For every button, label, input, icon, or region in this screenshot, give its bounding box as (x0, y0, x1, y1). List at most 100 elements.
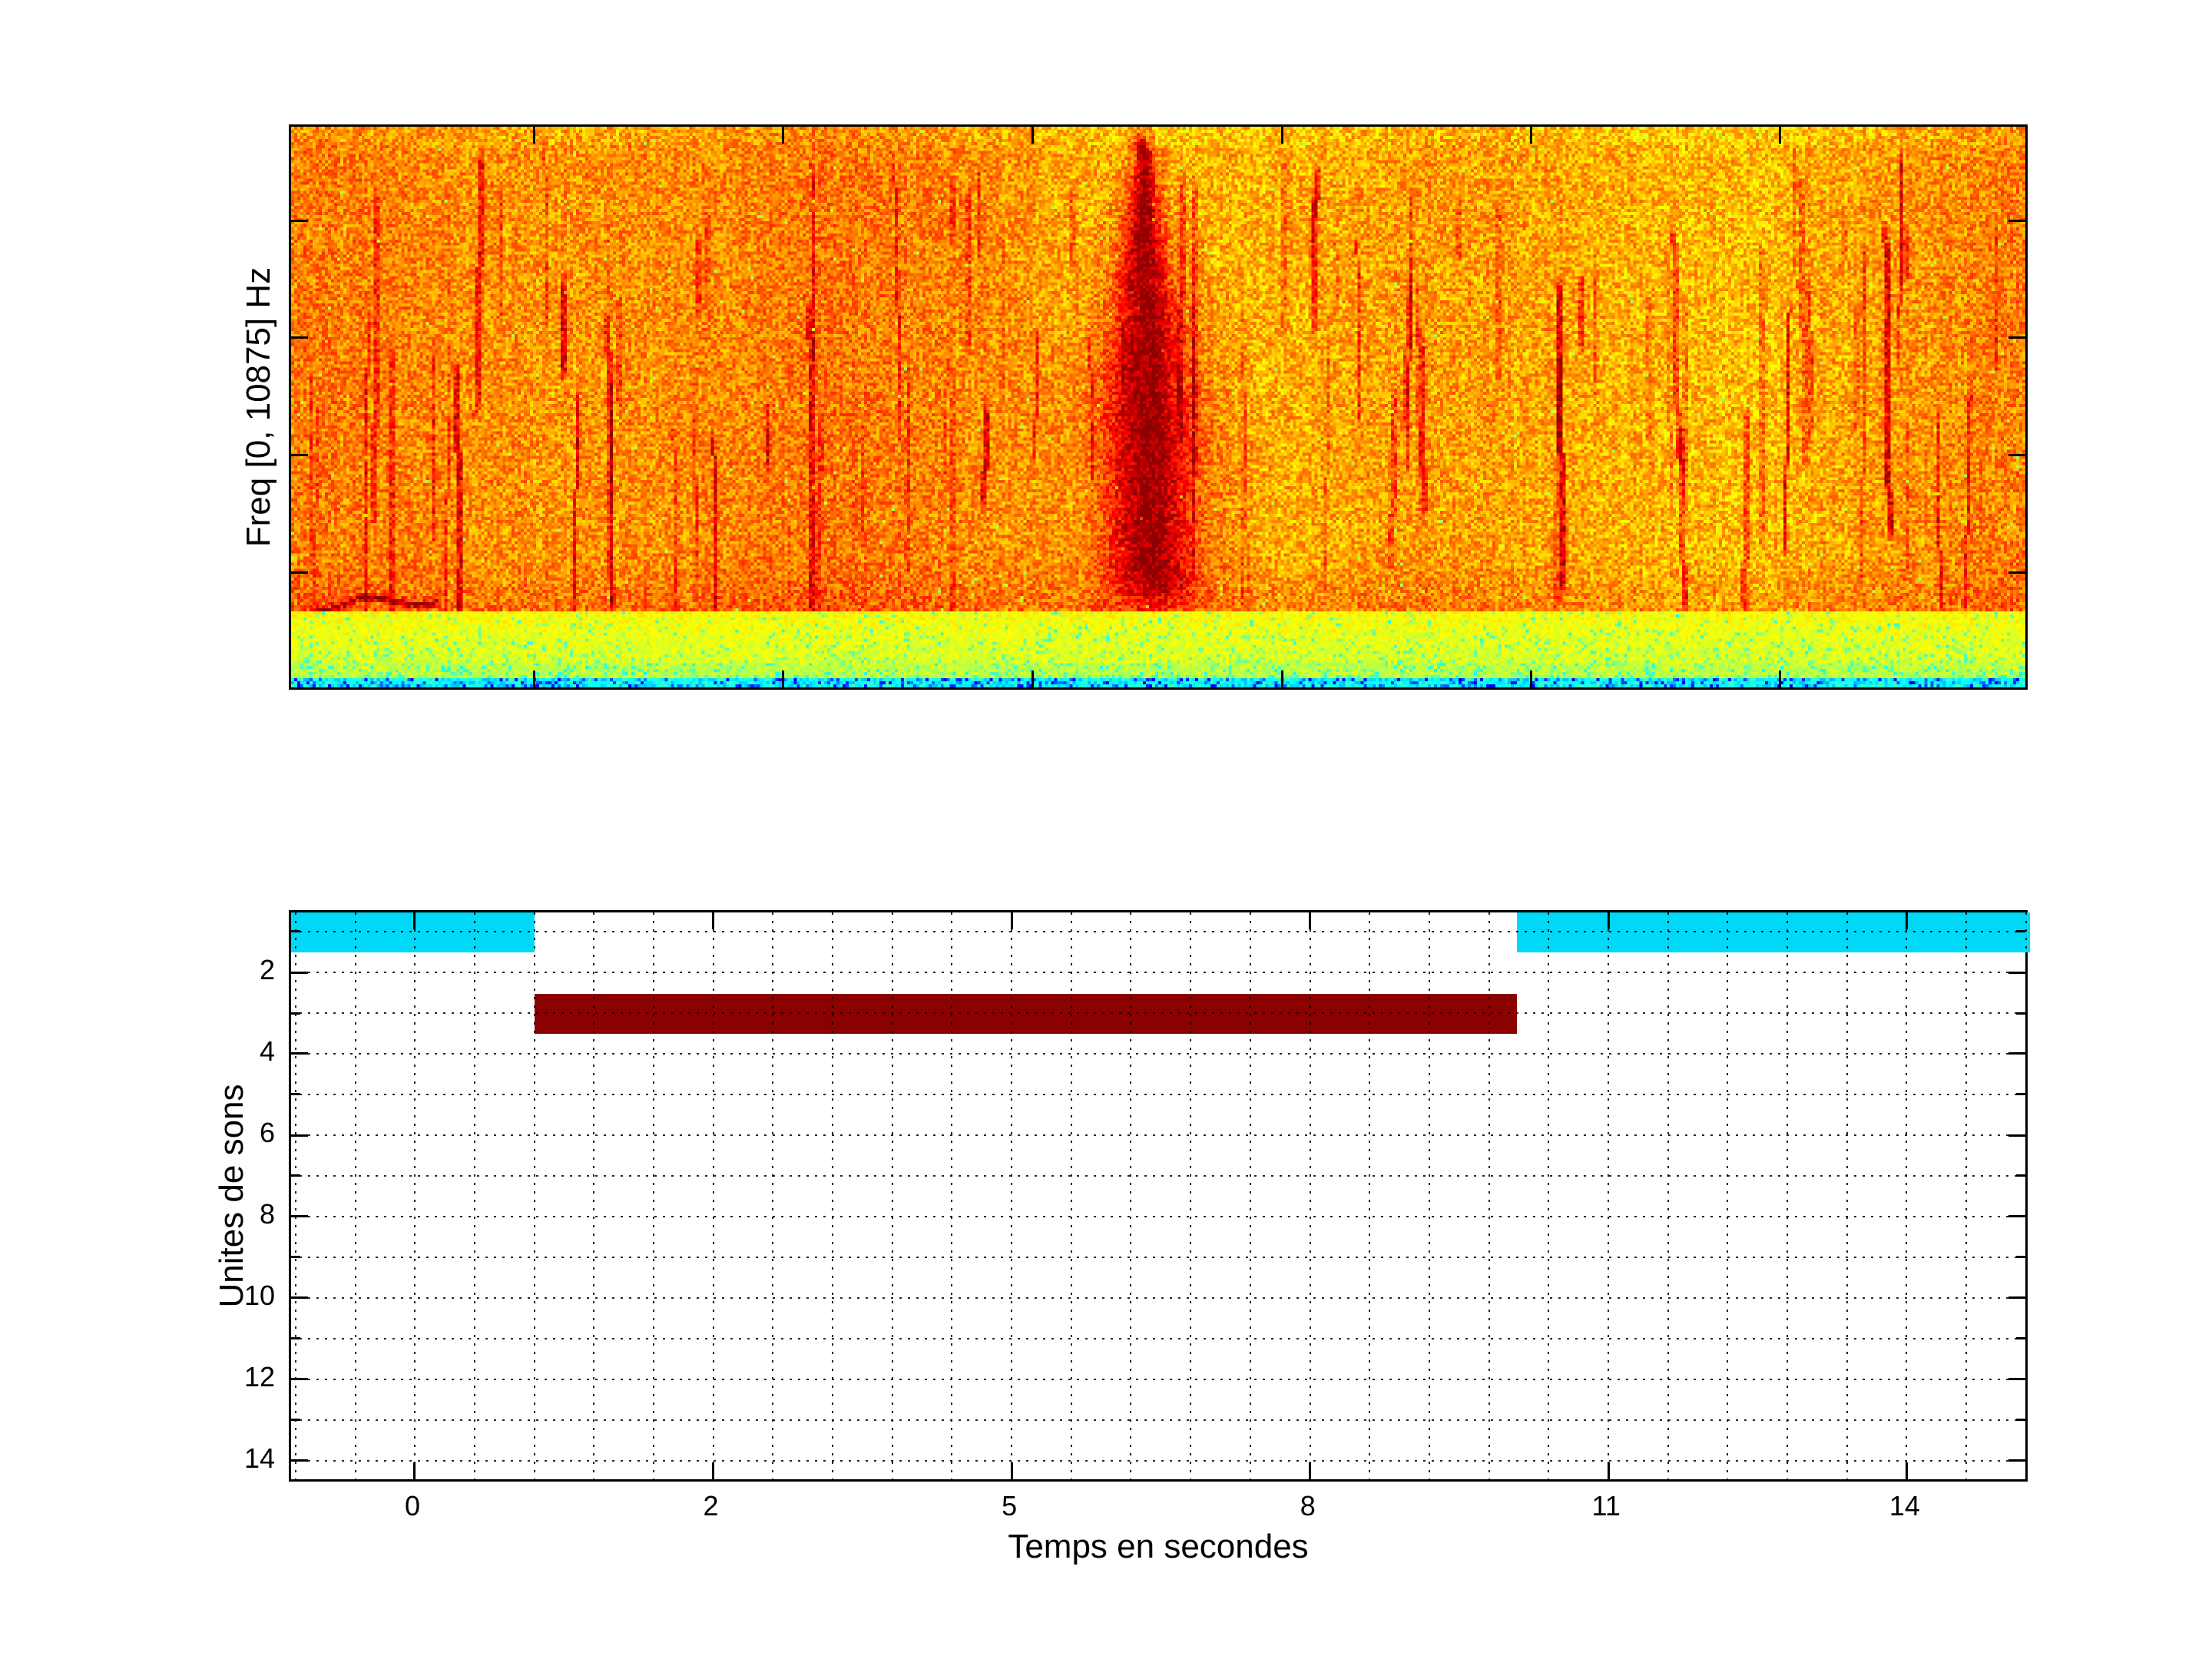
axis-tick (2008, 1378, 2025, 1380)
gridline (832, 912, 833, 1481)
axis-tick (1031, 671, 1034, 687)
axis-tick (2016, 1174, 2025, 1177)
x-tick-label: 5 (963, 1491, 1055, 1522)
axis-tick (2008, 1052, 2025, 1055)
axis-tick (291, 571, 308, 574)
gridline (1310, 912, 1311, 1481)
axis-tick (1906, 912, 1908, 929)
y-tick-label: 6 (204, 1118, 275, 1148)
gridline (291, 1216, 2027, 1217)
gridline (474, 912, 475, 1481)
sound-unit-1-segment-b (1517, 912, 2030, 952)
axis-tick (2008, 454, 2025, 456)
gridline (291, 1012, 2027, 1014)
figure-canvas: Freq [0, 10875] Hz Unites de sons Temps … (0, 0, 2212, 1659)
gridline (291, 1297, 2027, 1299)
axis-tick (291, 336, 308, 339)
axis-tick (1779, 671, 1781, 687)
axis-tick (782, 127, 784, 144)
axis-tick (2016, 930, 2025, 932)
gridline (1250, 912, 1251, 1481)
x-tick-label: 14 (1859, 1491, 1951, 1522)
axis-tick (291, 454, 308, 456)
axis-tick (291, 1174, 300, 1177)
axis-tick (2016, 1093, 2025, 1095)
axis-tick (291, 1337, 300, 1339)
y-tick-label: 4 (204, 1036, 275, 1067)
gridline (1667, 912, 1669, 1481)
gridline (1369, 912, 1370, 1481)
spectrogram-y-axis-label: Freq [0, 10875] Hz (240, 177, 283, 637)
axis-tick (712, 1462, 714, 1479)
axis-tick (533, 127, 535, 144)
x-tick-label: 2 (664, 1491, 757, 1522)
axis-tick (712, 912, 714, 929)
y-tick-label: 2 (204, 955, 275, 985)
y-tick-label: 14 (204, 1443, 275, 1474)
axis-tick (2016, 1256, 2025, 1258)
axis-tick (291, 1134, 308, 1137)
axis-tick (2008, 972, 2025, 974)
gridline (291, 1460, 2027, 1462)
axis-tick (413, 1462, 416, 1479)
gridline (1429, 912, 1430, 1481)
spectrogram-plot (289, 124, 2028, 690)
gridline (593, 912, 594, 1481)
gridline (1608, 912, 1609, 1481)
gridline (1786, 912, 1788, 1481)
gridline (291, 1257, 2027, 1258)
x-tick-label: 0 (366, 1491, 459, 1522)
axis-tick (291, 1419, 300, 1421)
gridline (713, 912, 714, 1481)
gridline (1727, 912, 1728, 1481)
axis-tick (291, 1378, 308, 1380)
axis-tick (1530, 671, 1532, 687)
axis-tick (291, 1459, 308, 1462)
gridline (291, 972, 2027, 973)
gridline (414, 912, 416, 1481)
gridline (1488, 912, 1490, 1481)
axis-tick (413, 912, 416, 929)
axis-tick (533, 671, 535, 687)
axis-tick (291, 1215, 308, 1217)
axis-tick (291, 1296, 308, 1299)
axis-tick (1031, 127, 1034, 144)
axis-tick (2008, 336, 2025, 339)
axis-tick (1309, 1462, 1311, 1479)
time-x-axis-label: Temps en secondes (289, 1528, 2028, 1568)
axis-tick (291, 1093, 300, 1095)
axis-tick (291, 972, 308, 974)
gridline (1130, 912, 1131, 1481)
x-tick-label: 8 (1262, 1491, 1354, 1522)
axis-tick (1608, 1462, 1610, 1479)
gridline (291, 1094, 2027, 1095)
axis-tick (1608, 912, 1610, 929)
gridline (291, 1134, 2027, 1136)
axis-tick (1281, 127, 1283, 144)
x-tick-label: 11 (1560, 1491, 1652, 1522)
gridline (1846, 912, 1848, 1481)
axis-tick (2008, 571, 2025, 574)
axis-tick (2016, 1012, 2025, 1015)
gridline (772, 912, 773, 1481)
gridline (1071, 912, 1072, 1481)
gridline (291, 1379, 2027, 1380)
axis-tick (1281, 671, 1283, 687)
axis-tick (2008, 1215, 2025, 1217)
axis-tick (2016, 1419, 2025, 1421)
axis-tick (2016, 1337, 2025, 1339)
gridline (291, 1338, 2027, 1339)
gridline (291, 931, 2027, 932)
gridline (653, 912, 654, 1481)
gridline (1190, 912, 1191, 1481)
gridline (291, 1175, 2027, 1177)
axis-tick (1530, 127, 1532, 144)
units-plot (289, 910, 2028, 1482)
gridline (2025, 912, 2027, 1481)
axis-tick (291, 1012, 300, 1015)
units-y-axis-label: Unites de sons (213, 965, 256, 1426)
axis-tick (2008, 1134, 2025, 1137)
axis-tick (1906, 1462, 1908, 1479)
gridline (295, 912, 296, 1481)
sound-unit-1-segment-a (291, 912, 535, 952)
